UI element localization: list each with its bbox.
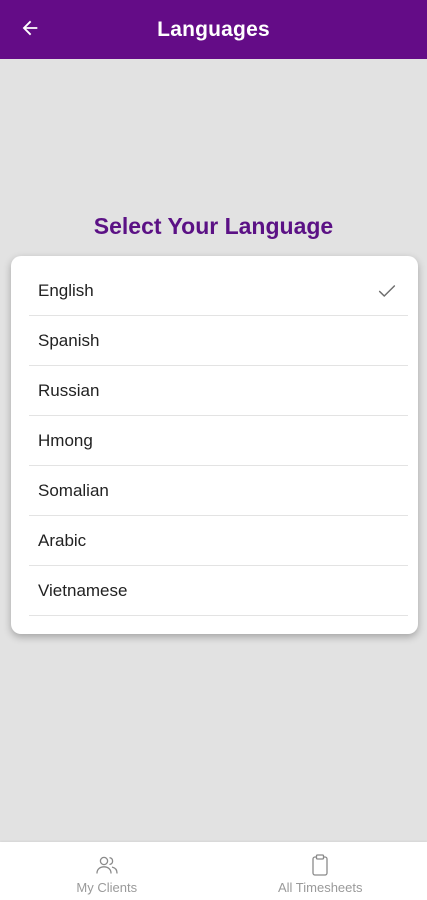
language-list: English Spanish Russian Hmong Somalian A… — [11, 256, 418, 634]
nav-label: All Timesheets — [277, 880, 363, 895]
bottom-navigation: My Clients All Timesheets — [0, 842, 427, 900]
nav-my-clients[interactable]: My Clients — [0, 842, 214, 900]
language-item-vietnamese[interactable]: Vietnamese — [29, 566, 408, 616]
nav-all-timesheets[interactable]: All Timesheets — [214, 842, 427, 900]
language-item-arabic[interactable]: Arabic — [29, 516, 408, 566]
check-icon — [376, 280, 398, 302]
page-title: Languages — [157, 17, 270, 41]
language-label: English — [38, 280, 94, 300]
language-label: Spanish — [38, 330, 100, 350]
language-item-spanish[interactable]: Spanish — [29, 316, 408, 366]
arrow-left-icon — [19, 17, 41, 44]
nav-label: My Clients — [76, 880, 138, 895]
clipboard-icon — [307, 853, 333, 877]
app-bar: Languages — [0, 0, 427, 59]
section-heading: Select Your Language — [93, 213, 334, 239]
language-label: Vietnamese — [38, 580, 128, 600]
language-label: Russian — [38, 380, 100, 400]
language-item-english[interactable]: English — [29, 266, 408, 316]
language-item-somalian[interactable]: Somalian — [29, 466, 408, 516]
back-button[interactable] — [10, 10, 50, 50]
language-item-hmong[interactable]: Hmong — [29, 416, 408, 466]
language-label: Arabic — [38, 530, 87, 550]
people-icon — [94, 853, 120, 877]
language-label: Hmong — [38, 430, 93, 450]
language-label: Somalian — [38, 480, 109, 500]
language-item-russian[interactable]: Russian — [29, 366, 408, 416]
